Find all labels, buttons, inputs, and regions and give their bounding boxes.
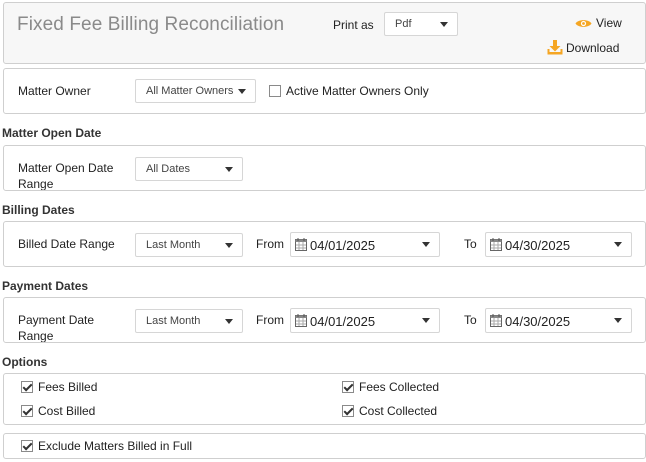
cost-collected-checkbox[interactable]: Cost Collected [342, 404, 437, 418]
checkbox-box[interactable] [342, 381, 354, 393]
view-label: View [596, 16, 622, 30]
payment-to-label: To [464, 313, 477, 327]
checkbox-box[interactable] [269, 85, 281, 97]
checkbox-box[interactable] [21, 405, 33, 417]
checkbox-box[interactable] [21, 440, 33, 452]
payment-date-range-select[interactable]: Last Month [135, 309, 243, 333]
billed-date-range-select[interactable]: Last Month [135, 233, 243, 257]
payment-from-label: From [256, 313, 284, 327]
page-title: Fixed Fee Billing Reconciliation [17, 14, 285, 35]
chevron-down-icon [440, 22, 448, 27]
chevron-down-icon [422, 318, 430, 323]
payment-from-date-value: 04/01/2025 [310, 314, 376, 329]
chevron-down-icon [422, 242, 430, 247]
payment-to-date-input[interactable]: 04/30/2025 [485, 308, 632, 333]
print-as-value: Pdf [395, 18, 412, 30]
payment-from-date-dropdown[interactable] [413, 309, 439, 332]
matter-owner-label: Matter Owner [18, 84, 91, 98]
billing-from-date-value: 04/01/2025 [310, 238, 376, 253]
view-button[interactable]: View [575, 16, 622, 30]
matter-owner-value: All Matter Owners [146, 85, 234, 97]
billing-dates-panel: Billed Date Range Last Month From 04/01/… [3, 221, 646, 267]
billed-date-range-label: Billed Date Range [18, 237, 115, 251]
active-owners-only-label: Active Matter Owners Only [286, 84, 429, 98]
chevron-down-icon [225, 243, 233, 248]
billing-to-date-value: 04/30/2025 [505, 238, 571, 253]
matter-open-date-value: All Dates [146, 163, 191, 175]
matter-open-date-section-title: Matter Open Date [2, 126, 102, 140]
fees-collected-label: Fees Collected [359, 380, 440, 394]
payment-date-range-value: Last Month [146, 315, 201, 327]
checkbox-box[interactable] [21, 381, 33, 393]
active-owners-only-checkbox[interactable]: Active Matter Owners Only [269, 84, 429, 98]
billing-from-date-input[interactable]: 04/01/2025 [290, 232, 440, 257]
payment-to-date-value: 04/30/2025 [505, 314, 571, 329]
report-header-panel: Fixed Fee Billing Reconciliation Print a… [3, 2, 646, 64]
billing-to-date-input[interactable]: 04/30/2025 [485, 232, 632, 257]
fees-billed-checkbox[interactable]: Fees Billed [21, 380, 97, 394]
payment-dates-panel: Payment Date Range Last Month From 04/01… [3, 297, 646, 343]
matter-open-date-select[interactable]: All Dates [135, 157, 243, 181]
exclude-panel: Exclude Matters Billed in Full [3, 433, 646, 459]
chevron-down-icon [614, 318, 622, 323]
calendar-icon [295, 238, 307, 251]
chevron-down-icon [238, 89, 246, 94]
download-label: Download [566, 40, 620, 55]
matter-open-date-panel: Matter Open Date Range All Dates [3, 145, 646, 191]
fees-collected-checkbox[interactable]: Fees Collected [342, 380, 439, 394]
calendar-icon [490, 238, 502, 251]
cost-collected-label: Cost Collected [359, 404, 438, 418]
payment-to-date-dropdown[interactable] [605, 309, 631, 332]
billing-from-date-dropdown[interactable] [413, 233, 439, 256]
eye-icon [575, 19, 592, 27]
cost-billed-checkbox[interactable]: Cost Billed [21, 404, 95, 418]
billing-from-label: From [256, 237, 284, 251]
billing-to-date-dropdown[interactable] [605, 233, 631, 256]
chevron-down-icon [225, 167, 233, 172]
print-as-select[interactable]: Pdf [384, 12, 458, 36]
options-panel: Fees Billed Fees Collected Cost Billed C… [3, 373, 646, 425]
matter-owner-select[interactable]: All Matter Owners [135, 79, 256, 103]
chevron-down-icon [614, 242, 622, 247]
matter-open-date-label: Matter Open Date Range [18, 161, 114, 191]
payment-dates-section-title: Payment Dates [2, 279, 89, 293]
options-section-title: Options [2, 355, 48, 369]
payment-from-date-input[interactable]: 04/01/2025 [290, 308, 440, 333]
download-icon [547, 40, 563, 55]
matter-owner-panel: Matter Owner All Matter Owners Active Ma… [3, 68, 646, 114]
billed-date-range-value: Last Month [146, 239, 201, 251]
print-as-label: Print as [333, 18, 374, 32]
exclude-billed-in-full-checkbox[interactable]: Exclude Matters Billed in Full [21, 439, 192, 453]
cost-billed-label: Cost Billed [38, 404, 96, 418]
payment-date-range-label: Payment Date Range [18, 313, 95, 343]
fees-billed-label: Fees Billed [38, 380, 98, 394]
download-button[interactable]: Download [547, 40, 619, 55]
calendar-icon [295, 314, 307, 327]
checkbox-box[interactable] [342, 405, 354, 417]
billing-to-label: To [464, 237, 477, 251]
calendar-icon [490, 314, 502, 327]
chevron-down-icon [225, 319, 233, 324]
exclude-billed-in-full-label: Exclude Matters Billed in Full [38, 439, 193, 453]
billing-dates-section-title: Billing Dates [2, 203, 75, 217]
